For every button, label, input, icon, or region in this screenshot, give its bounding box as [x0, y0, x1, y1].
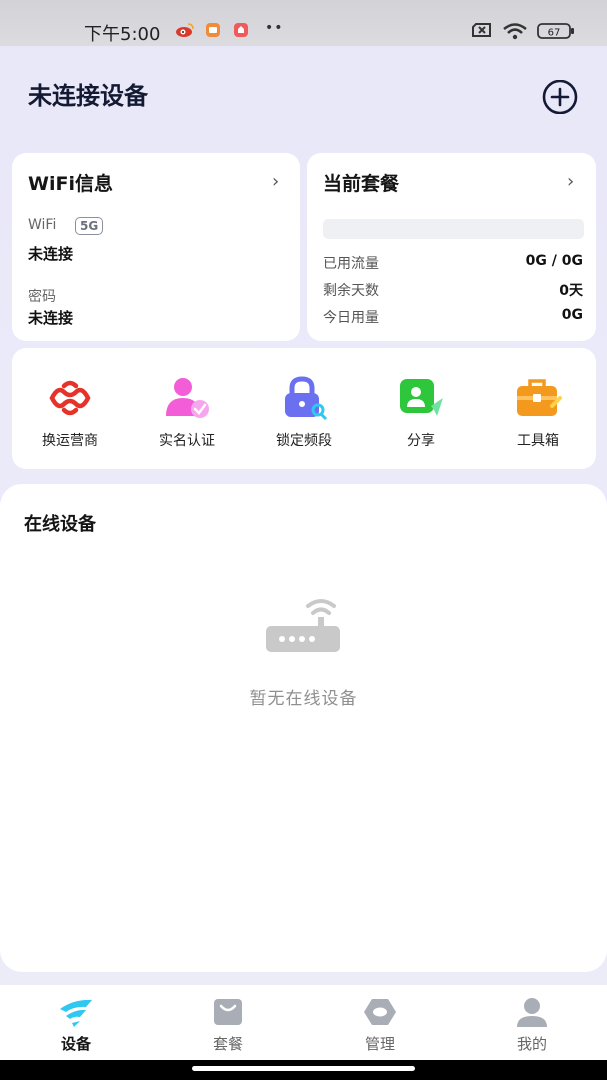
more-notifications-icon: ••: [265, 20, 284, 36]
password-label: 密码: [28, 289, 56, 305]
shortcut-label: 换运营商: [42, 433, 98, 449]
chevron-right-icon: ›: [567, 171, 575, 192]
shopping-bag-icon: [214, 999, 242, 1025]
shortcut-lock-band[interactable]: 锁定频段: [246, 348, 362, 469]
router-icon: [266, 599, 340, 652]
wifi-card-title: WiFi信息: [28, 173, 113, 195]
shop-notification-icon: [233, 22, 249, 42]
wifi-info-card[interactable]: WiFi信息 › WiFi 5G 未连接 密码 未连接: [12, 153, 300, 341]
nav-label: 设备: [60, 1035, 91, 1053]
nav-item-profile[interactable]: 我的: [456, 985, 607, 1061]
nav-label: 套餐: [212, 1035, 243, 1053]
wifi-status: 未连接: [28, 245, 74, 263]
usage-progress-bar: [323, 219, 584, 239]
wifi-signal-icon: [502, 22, 528, 44]
current-plan-card[interactable]: 当前套餐 › 已用流量 0G / 0G 剩余天数 0天 今日用量 0G: [307, 153, 596, 341]
verified-user-icon: [166, 378, 209, 418]
shortcut-label: 实名认证: [159, 433, 215, 449]
shortcut-real-name[interactable]: 实名认证: [129, 348, 245, 469]
shortcut-grid: 换运营商 实名认证 锁定频段 分享 工具箱: [12, 348, 596, 469]
online-devices-panel: 在线设备 暂无在线设备: [0, 484, 607, 972]
no-sim-icon: [471, 22, 493, 42]
nav-label: 管理: [364, 1035, 395, 1053]
used-traffic-value: 0G / 0G: [525, 253, 583, 269]
share-chat-icon: [400, 379, 443, 416]
lock-key-icon: [285, 376, 328, 420]
shortcut-label: 工具箱: [517, 433, 559, 449]
shortcut-share[interactable]: 分享: [363, 348, 479, 469]
page-title: 未连接设备: [28, 82, 148, 110]
weibo-icon: [175, 22, 195, 42]
chevron-right-icon: ›: [272, 171, 280, 192]
today-usage-label: 今日用量: [323, 310, 379, 326]
nav-item-devices[interactable]: 设备: [0, 985, 152, 1061]
app-notification-icon: [205, 22, 221, 42]
shortcut-label: 锁定频段: [276, 433, 332, 449]
band-badge: 5G: [75, 217, 104, 235]
add-device-button[interactable]: [541, 79, 579, 115]
status-time: 下午5:00: [84, 24, 161, 45]
plus-circle-icon: [542, 79, 578, 115]
remaining-days-value: 0天: [559, 283, 583, 299]
online-devices-title: 在线设备: [24, 514, 96, 535]
password-status: 未连接: [28, 309, 74, 327]
remaining-days-label: 剩余天数: [323, 283, 379, 299]
plan-card-title: 当前套餐: [323, 173, 400, 195]
nav-item-manage[interactable]: 管理: [304, 985, 456, 1061]
bottom-nav: 设备 套餐 管理 我的: [0, 984, 607, 1060]
toolbox-icon: [517, 379, 562, 416]
nav-label: 我的: [516, 1035, 547, 1053]
user-profile-icon: [517, 998, 547, 1027]
shortcut-switch-carrier[interactable]: 换运营商: [12, 348, 128, 469]
shortcut-toolbox[interactable]: 工具箱: [480, 348, 596, 469]
today-usage-value: 0G: [561, 307, 583, 323]
used-traffic-label: 已用流量: [323, 256, 379, 272]
wifi-label: WiFi: [28, 217, 57, 233]
unicom-knot-icon: [49, 380, 91, 416]
battery-level: 67: [548, 28, 561, 39]
empty-state-text: 暂无在线设备: [249, 689, 358, 709]
home-gesture-handle[interactable]: [192, 1066, 415, 1071]
status-bar: 下午5:00 •• 67: [0, 0, 607, 46]
devices-wifi-icon: [60, 999, 92, 1027]
nav-item-plans[interactable]: 套餐: [152, 985, 304, 1061]
battery-icon: 67: [537, 22, 575, 44]
settings-hex-icon: [364, 999, 396, 1025]
app-screen: 下午5:00 •• 67 未连接设备 WiFi信息 › WiFi 5G 未连接 …: [0, 0, 607, 1080]
shortcut-label: 分享: [407, 433, 435, 449]
